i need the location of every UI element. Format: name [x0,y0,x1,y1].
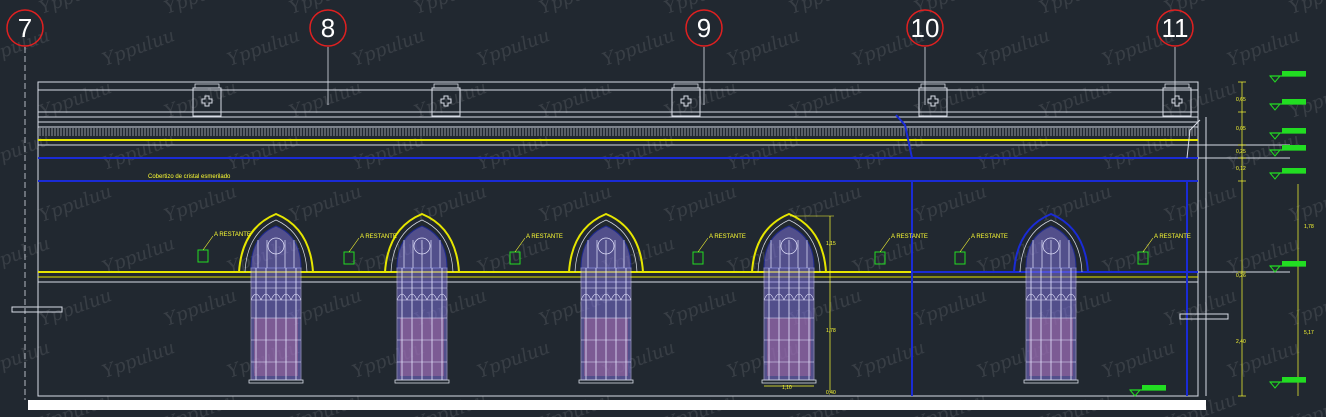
level-dimension-label: 0,25 [1236,149,1246,155]
axis-label: 10 [911,13,940,43]
wall-tag-label: A RESTANTE [1154,234,1191,240]
level-dimension-label: 0,05 [1236,126,1246,132]
wall-tag-label: A RESTANTE [214,232,251,238]
window-dimension-label: 0,40 [826,390,836,396]
axis-label: 8 [321,13,335,43]
level-dimension-label: 0,26 [1236,273,1246,279]
window-dimension-label: 1,15 [826,241,836,247]
level-dimension-label: 5,17 [1304,330,1314,336]
wall-tag-label: A RESTANTE [709,234,746,240]
level-dimension-label: 1,78 [1304,224,1314,230]
level-dimension-label: 0,65 [1236,97,1246,103]
wall-tag-label: A RESTANTE [891,234,928,240]
ground-line [28,400,1206,410]
level-dimension-label: 2,40 [1236,339,1246,345]
elevation-drawing: Yppuluu Yppuluu Yppuluu Yppuluu Yppuluu Yppul… [0,0,1326,417]
axis-label: 11 [1162,13,1189,43]
axis-label: 9 [697,13,711,43]
glass-canopy-note: Cobertizo de cristal esmerilado [148,174,231,180]
level-dimension-label: 0,12 [1236,166,1246,172]
wall-tag-label: A RESTANTE [526,234,563,240]
window-dimension-label: 1,78 [826,328,836,334]
window-dimension-label: 1,10 [782,385,792,391]
wall-tag-label: A RESTANTE [360,234,397,240]
axis-label: 7 [18,13,32,43]
wall-tag-label: A RESTANTE [971,234,1008,240]
